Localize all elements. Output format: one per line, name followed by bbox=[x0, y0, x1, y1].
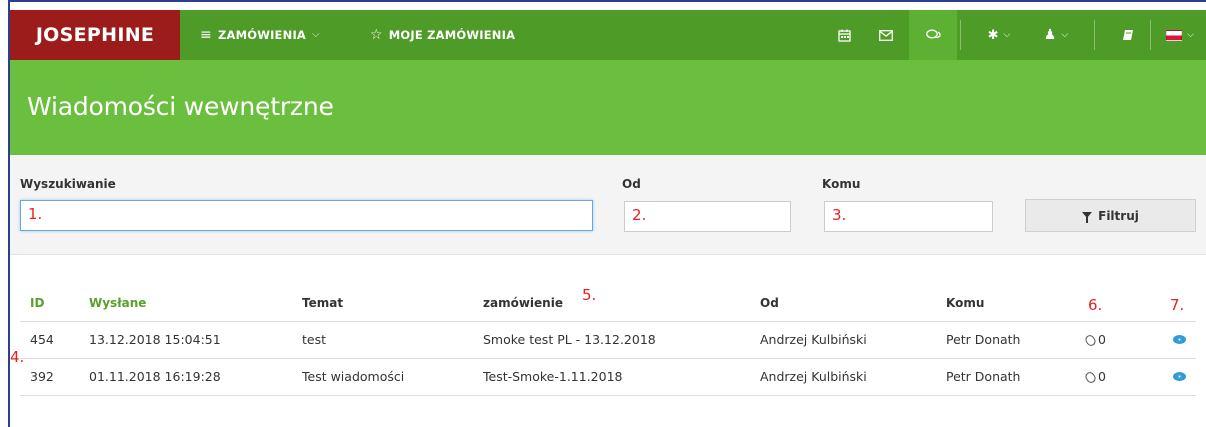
chevron-down-icon: ⌵ bbox=[312, 29, 320, 40]
cell-attachments: 0 bbox=[1083, 359, 1106, 395]
eye-icon bbox=[1173, 335, 1186, 344]
nav-my-orders-label: MOJE ZAMÓWIENIA bbox=[388, 28, 516, 42]
filter-button-label: Filtruj bbox=[1098, 208, 1139, 223]
chat-icon[interactable] bbox=[909, 10, 957, 60]
search-input[interactable]: 1. bbox=[20, 200, 593, 231]
star-icon: ☆ bbox=[370, 27, 383, 43]
cell-to: Petr Donath bbox=[946, 332, 1021, 347]
column-header-to: Komu bbox=[946, 296, 985, 310]
filter-icon bbox=[1082, 211, 1093, 223]
search-label: Wyszukiwanie bbox=[20, 177, 116, 191]
nav-my-orders[interactable]: ☆ MOJE ZAMÓWIENIA bbox=[370, 10, 515, 60]
paperclip-icon bbox=[1083, 369, 1098, 385]
from-label: Od bbox=[622, 177, 641, 191]
to-input[interactable]: 3. bbox=[824, 201, 993, 232]
column-header-from: Od bbox=[760, 296, 779, 310]
cell-attachments: 0 bbox=[1083, 322, 1106, 358]
gear-icon: ✱ bbox=[987, 27, 999, 43]
annotation-marker: 5. bbox=[582, 286, 597, 304]
attachment-count: 0 bbox=[1098, 369, 1106, 384]
nav-orders-menu[interactable]: ≡ ZAMÓWIENIA ⌵ bbox=[200, 10, 320, 60]
chevron-down-icon: ⌵ bbox=[1187, 30, 1194, 40]
calendar-icon[interactable] bbox=[826, 10, 862, 60]
cell-from: Andrzej Kulbiński bbox=[760, 369, 867, 384]
chevron-down-icon: ⌵ bbox=[1003, 30, 1011, 40]
cell-order: Smoke test PL - 13.12.2018 bbox=[483, 332, 656, 347]
nav-orders-label: ZAMÓWIENIA bbox=[217, 28, 307, 42]
cell-from: Andrzej Kulbiński bbox=[760, 332, 867, 347]
column-header-sent[interactable]: Wysłane bbox=[89, 285, 146, 321]
cell-sent: 13.12.2018 15:04:51 bbox=[89, 332, 221, 347]
language-menu[interactable]: ⌵ bbox=[1160, 10, 1200, 60]
menu-icon: ≡ bbox=[200, 27, 212, 43]
brand-logo[interactable]: JOSEPHINE bbox=[10, 10, 180, 60]
to-input-value: 3. bbox=[832, 206, 847, 224]
column-header-id[interactable]: ID bbox=[30, 285, 44, 321]
top-navbar: JOSEPHINE ≡ ZAMÓWIENIA ⌵ ☆ MOJE ZAMÓWIEN… bbox=[10, 10, 1206, 60]
page-header: Wiadomości wewnętrzne bbox=[10, 60, 1206, 155]
mail-icon[interactable] bbox=[868, 10, 904, 60]
settings-menu[interactable]: ✱ ⌵ bbox=[976, 10, 1022, 60]
paperclip-icon bbox=[1083, 332, 1098, 348]
filter-button[interactable]: Filtruj bbox=[1025, 199, 1196, 232]
divider bbox=[1150, 20, 1151, 50]
divider bbox=[1094, 20, 1095, 50]
cell-id: 454 bbox=[30, 332, 54, 347]
from-input-value: 2. bbox=[632, 206, 647, 224]
view-message-button[interactable] bbox=[1173, 359, 1186, 395]
user-icon: ♟ bbox=[1043, 27, 1057, 43]
divider bbox=[20, 395, 1196, 396]
cell-to: Petr Donath bbox=[946, 369, 1021, 384]
book-icon[interactable] bbox=[1110, 10, 1146, 60]
eye-icon bbox=[1173, 372, 1186, 381]
page-title: Wiadomości wewnętrzne bbox=[27, 92, 334, 121]
cell-subject: test bbox=[302, 332, 327, 347]
user-menu[interactable]: ♟ ⌵ bbox=[1036, 10, 1076, 60]
cell-id: 392 bbox=[30, 369, 54, 384]
view-message-button[interactable] bbox=[1173, 322, 1186, 358]
cell-sent: 01.11.2018 16:19:28 bbox=[89, 369, 221, 384]
column-header-subject: Temat bbox=[302, 296, 344, 310]
search-input-value: 1. bbox=[28, 205, 43, 223]
divider bbox=[960, 20, 961, 50]
attachment-count: 0 bbox=[1098, 332, 1106, 347]
annotation-marker: 7. bbox=[1170, 296, 1185, 314]
annotation-marker: 4. bbox=[10, 348, 25, 366]
to-label: Komu bbox=[822, 177, 861, 191]
annotation-marker: 6. bbox=[1088, 296, 1103, 314]
filter-panel: Wyszukiwanie 1. Od 2. Komu 3. Filtruj bbox=[10, 155, 1206, 255]
flag-pl-icon bbox=[1166, 29, 1183, 41]
chevron-down-icon: ⌵ bbox=[1061, 30, 1069, 40]
from-input[interactable]: 2. bbox=[624, 201, 791, 232]
cell-order: Test-Smoke-1.11.2018 bbox=[483, 369, 623, 384]
column-header-order: zamówienie bbox=[483, 296, 563, 310]
cell-subject: Test wiadomości bbox=[302, 369, 405, 384]
